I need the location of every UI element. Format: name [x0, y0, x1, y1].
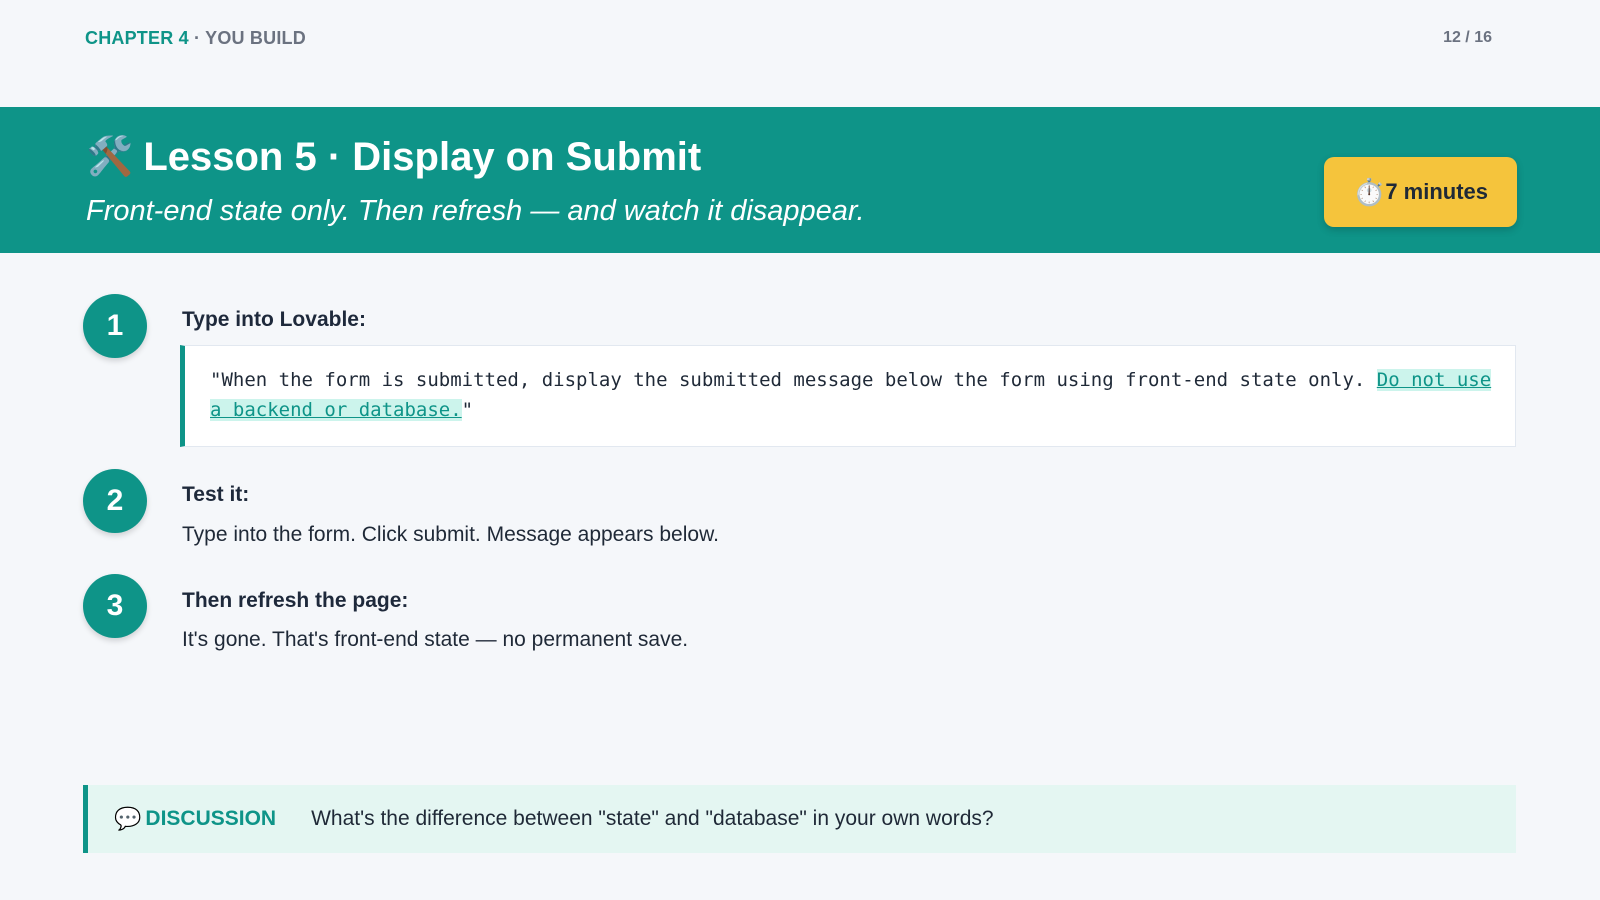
timer-label: 7 minutes	[1385, 179, 1489, 204]
prompt-text: "When the form is submitted, display the…	[210, 369, 1377, 391]
lesson-subtitle: Front-end state only. Then refresh — and…	[86, 195, 865, 227]
lesson-title-row: 🛠️ Lesson 5 · Display on Submit	[86, 133, 701, 181]
breadcrumb: CHAPTER 4 · YOU BUILD	[85, 28, 306, 49]
step-2-heading: Test it:	[182, 483, 250, 506]
speech-bubble-icon: 💬	[114, 806, 142, 831]
section-label: YOU BUILD	[205, 27, 306, 48]
stopwatch-icon: ⏱️	[1352, 177, 1386, 207]
discussion-question: What's the difference between "state" an…	[311, 807, 994, 830]
step-3-text: It's gone. That's front-end state — no p…	[182, 628, 689, 651]
discussion-label: DISCUSSION	[145, 807, 277, 830]
timer-badge: ⏱️ 7 minutes	[1324, 157, 1517, 227]
lesson-banner: 🛠️ Lesson 5 · Display on Submit Front-en…	[0, 107, 1600, 253]
slide-header: CHAPTER 4 · YOU BUILD 12 / 16	[85, 26, 1492, 50]
step-1-heading: Type into Lovable:	[182, 308, 366, 331]
prompt-end-quote: "	[461, 399, 474, 421]
breadcrumb-separator: ·	[188, 27, 206, 48]
step-2-text: Type into the form. Click submit. Messag…	[182, 523, 719, 546]
step-3-heading: Then refresh the page:	[182, 589, 409, 612]
step-number-3: 3	[83, 574, 147, 638]
step-number-1: 1	[83, 294, 147, 358]
page-indicator: 12 / 16	[1443, 29, 1492, 46]
chapter-label: CHAPTER 4	[85, 27, 189, 48]
prompt-code-block[interactable]: "When the form is submitted, display the…	[180, 345, 1516, 447]
step-number-2: 2	[83, 469, 147, 533]
hammer-and-wrench-icon: 🛠️	[86, 136, 134, 178]
discussion-callout: 💬 DISCUSSION What's the difference betwe…	[83, 785, 1516, 853]
lesson-title: Lesson 5 · Display on Submit	[143, 135, 702, 179]
